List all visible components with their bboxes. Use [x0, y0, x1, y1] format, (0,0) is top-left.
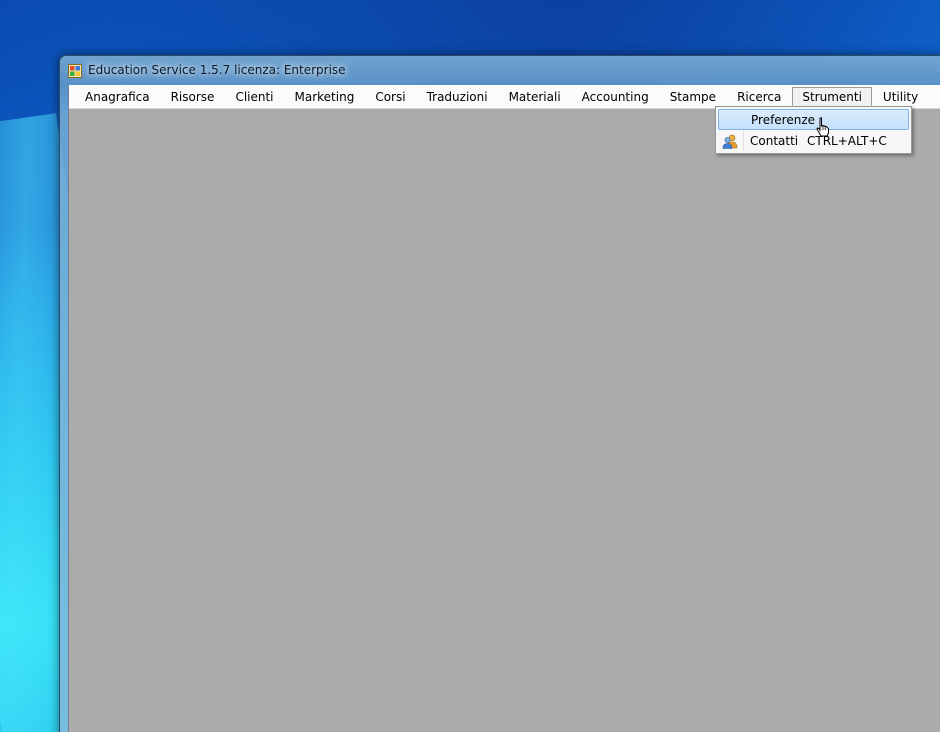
menu-stampe[interactable]: Stampe [660, 87, 726, 106]
menu-corsi[interactable]: Corsi [365, 87, 415, 106]
menu-materiali[interactable]: Materiali [499, 87, 571, 106]
mouse-pointer-hand-icon [816, 117, 829, 137]
menu-anagrafica[interactable]: Anagrafica [75, 87, 160, 106]
title-bar[interactable]: Education Service 1.5.7 licenza: Enterpr… [60, 56, 940, 86]
mdi-client-area: Anagrafica Risorse Clienti Marketing Cor… [68, 85, 940, 732]
menuitem-contatti[interactable]: Contatti CTRL+ALT+C [718, 131, 909, 152]
menu-marketing[interactable]: Marketing [285, 87, 365, 106]
menu-clienti[interactable]: Clienti [225, 87, 283, 106]
menu-help[interactable]: ? [929, 87, 940, 106]
app-window: Education Service 1.5.7 licenza: Enterpr… [59, 55, 940, 732]
menu-risorse[interactable]: Risorse [161, 87, 225, 106]
menuitem-preferenze-label: Preferenze [751, 113, 816, 127]
contacts-icon [722, 134, 738, 149]
window-title: Education Service 1.5.7 licenza: Enterpr… [88, 63, 346, 77]
app-window-icon [68, 64, 82, 78]
menu-strumenti[interactable]: Strumenti [792, 87, 872, 106]
menu-ricerca[interactable]: Ricerca [727, 87, 791, 106]
menuitem-preferenze[interactable]: Preferenze [718, 109, 909, 130]
menu-utility[interactable]: Utility [873, 87, 928, 106]
menu-traduzioni[interactable]: Traduzioni [417, 87, 498, 106]
strumenti-dropdown-menu: Preferenze Contatti CTRL+ALT+C [715, 106, 912, 154]
menuitem-contatti-label: Contatti [750, 134, 799, 148]
menu-accounting[interactable]: Accounting [572, 87, 659, 106]
